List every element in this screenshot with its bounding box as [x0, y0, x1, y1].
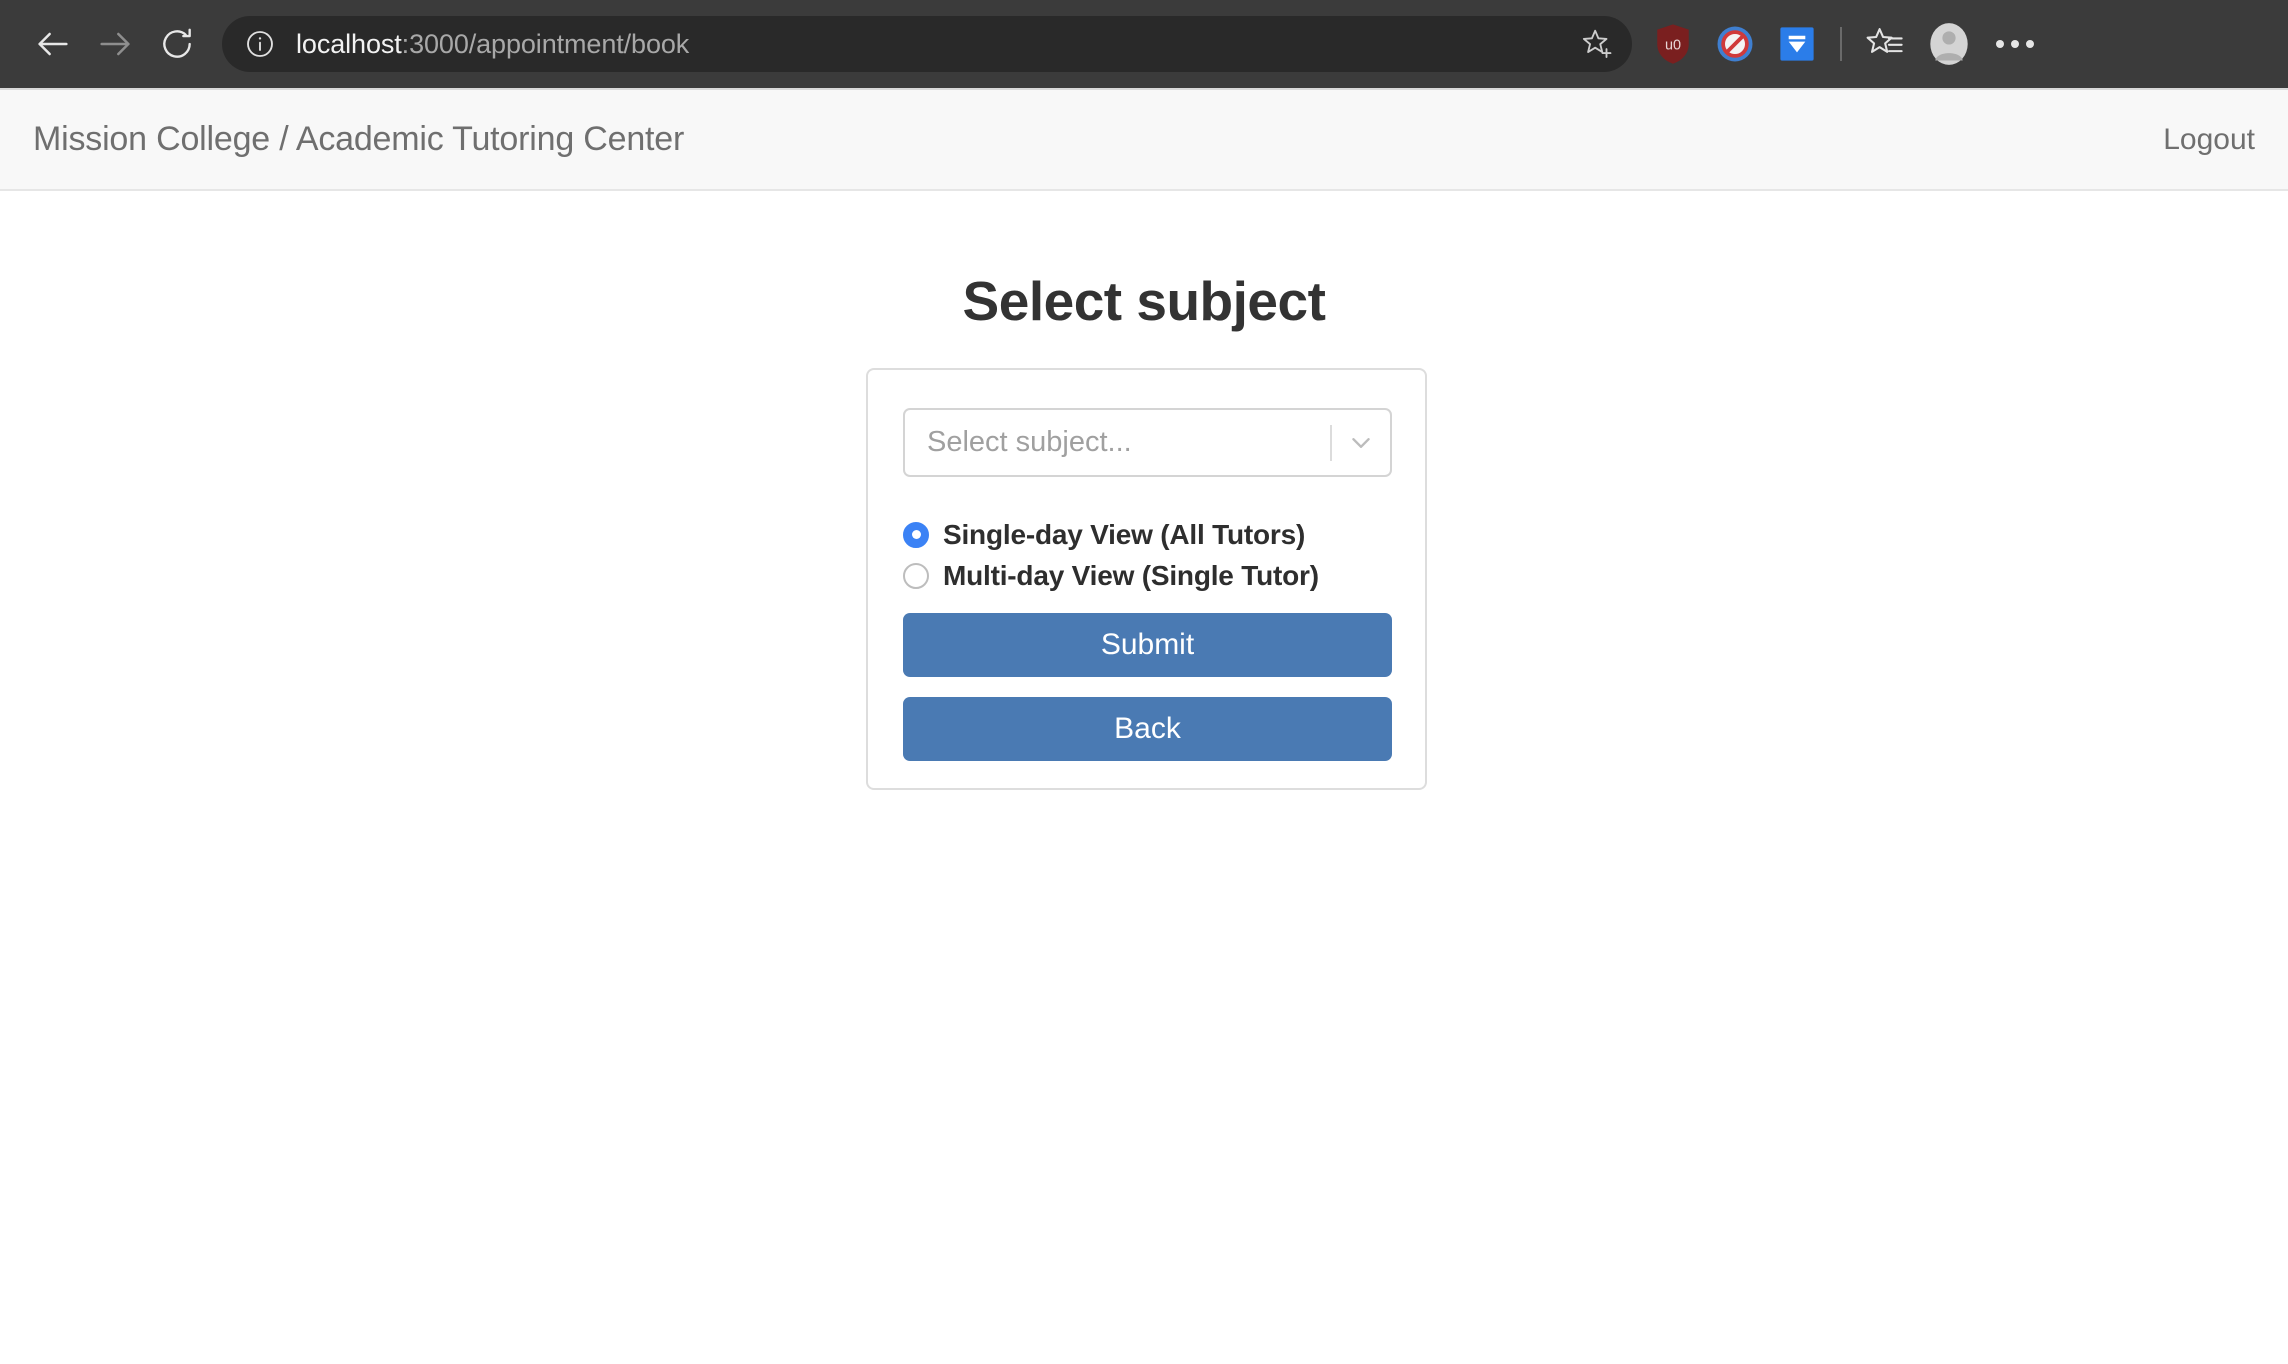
address-bar-url[interactable]: localhost:3000/appointment/book: [296, 29, 1572, 60]
browser-chrome: localhost:3000/appointment/book u0: [0, 0, 2288, 88]
breadcrumb: Mission College / Academic Tutoring Cent…: [33, 120, 685, 158]
browser-forward-button[interactable]: [84, 13, 146, 75]
chevron-down-icon[interactable]: [1332, 410, 1390, 475]
subject-select-placeholder: Select subject...: [927, 426, 1132, 458]
radio-option-single-day[interactable]: Single-day View (All Tutors): [903, 514, 1393, 555]
page-content: Select subject Select subject... Single-…: [0, 191, 2288, 1364]
browser-toolbar-right: u0: [1642, 13, 2048, 75]
site-navbar: Mission College / Academic Tutoring Cent…: [0, 88, 2288, 191]
view-mode-radio-group: Single-day View (All Tutors) Multi-day V…: [903, 514, 1393, 596]
booking-form-card: Select subject... Single-day View (All T…: [866, 368, 1427, 790]
subject-select[interactable]: Select subject...: [903, 408, 1392, 477]
site-information-icon[interactable]: [240, 24, 280, 64]
address-bar-path: :3000/appointment/book: [401, 28, 690, 59]
page-title: Select subject: [962, 270, 1326, 332]
submit-button[interactable]: Submit: [903, 613, 1392, 677]
browser-reload-button[interactable]: [146, 13, 208, 75]
star-plus-icon[interactable]: [1572, 22, 1624, 66]
radio-indicator-single-day[interactable]: [903, 521, 929, 548]
favorites-list-icon[interactable]: [1854, 13, 1916, 75]
radio-label-single-day: Single-day View (All Tutors): [943, 518, 1306, 550]
browser-back-button[interactable]: [22, 13, 84, 75]
adblock-icon[interactable]: [1704, 13, 1766, 75]
ublock-origin-icon[interactable]: u0: [1642, 13, 1704, 75]
toolbar-divider: [1840, 27, 1842, 61]
address-bar-host: localhost: [296, 28, 402, 59]
address-bar[interactable]: localhost:3000/appointment/book: [222, 16, 1632, 72]
radio-label-multi-day: Multi-day View (Single Tutor): [943, 559, 1319, 591]
radio-option-multi-day[interactable]: Multi-day View (Single Tutor): [903, 555, 1393, 596]
logout-link[interactable]: Logout: [2163, 123, 2255, 157]
extension-blue-icon[interactable]: [1766, 13, 1828, 75]
profile-avatar-icon[interactable]: [1916, 13, 1982, 75]
back-button[interactable]: Back: [903, 697, 1392, 761]
radio-indicator-multi-day[interactable]: [903, 562, 929, 589]
svg-text:u0: u0: [1665, 37, 1681, 53]
more-options-icon[interactable]: [1982, 13, 2048, 75]
